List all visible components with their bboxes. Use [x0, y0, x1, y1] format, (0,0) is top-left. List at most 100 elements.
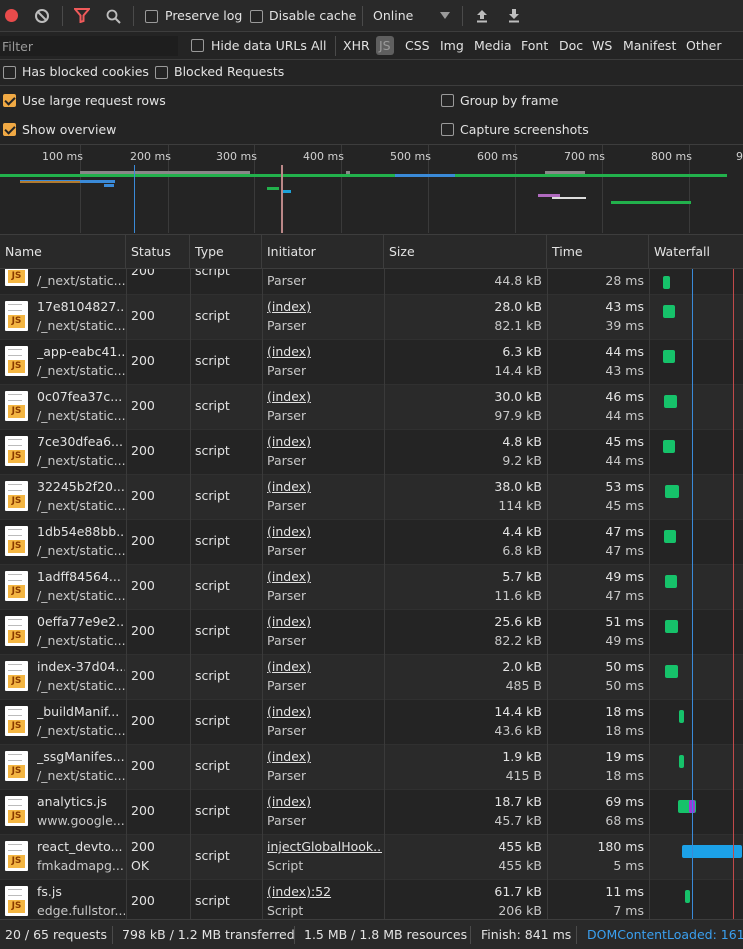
filter-type-manifest[interactable]: Manifest — [623, 38, 676, 53]
load-marker — [281, 165, 283, 233]
request-type: script — [195, 443, 230, 458]
request-initiator[interactable]: (index) — [267, 704, 382, 719]
table-row[interactable]: JS 32245b2f20... /_next/static... 200 script… — [0, 475, 743, 520]
request-initiator[interactable]: (index) — [267, 479, 382, 494]
request-name: 7ce30dfea6... — [37, 434, 123, 449]
request-initiator[interactable]: (index) — [267, 299, 382, 314]
blocked-requests-checkbox[interactable] — [155, 66, 168, 79]
export-har-icon[interactable] — [507, 8, 521, 23]
clear-icon[interactable] — [35, 9, 49, 23]
filter-type-font[interactable]: Font — [521, 38, 548, 53]
column-name[interactable]: Name — [0, 235, 126, 269]
request-resource-size: 44.8 kB — [494, 273, 542, 288]
request-latency: 43 ms — [605, 363, 644, 378]
request-initiator-type: Parser — [267, 723, 307, 738]
table-row[interactable]: JS 7ce30dfea6... /_next/static... 200 script… — [0, 430, 743, 475]
request-time: 44 ms — [605, 344, 644, 359]
table-row[interactable]: JS _app-eabc41... /_next/static... 200 scrip… — [0, 340, 743, 385]
request-name: 32245b2f20... — [37, 479, 125, 494]
table-row[interactable]: JS index-37d04... /_next/static... 200 scrip… — [0, 655, 743, 700]
request-name: analytics.js — [37, 794, 107, 809]
filter-type-css[interactable]: CSS — [405, 38, 430, 53]
disable-cache-checkbox[interactable] — [250, 10, 263, 23]
network-overview[interactable] — [0, 145, 743, 235]
table-row[interactable]: JS 0c07fea37c... /_next/static... 200 script… — [0, 385, 743, 430]
overview-bar — [283, 190, 291, 193]
request-name: 1adff84564... — [37, 569, 121, 584]
preserve-log-checkbox[interactable] — [145, 10, 158, 23]
table-row[interactable]: JS /_next/static... 200 script Parser 44.8 kB… — [0, 269, 743, 295]
overview-tick: 400 ms — [303, 150, 344, 163]
request-initiator[interactable]: (index) — [267, 344, 382, 359]
throttle-select[interactable]: Online — [373, 8, 413, 23]
js-file-icon: JS — [5, 301, 28, 331]
capture-screenshots-checkbox[interactable] — [441, 123, 454, 136]
filter-type-img[interactable]: Img — [440, 38, 464, 53]
request-time: 46 ms — [605, 389, 644, 404]
request-status-text: OK — [131, 858, 150, 873]
request-latency: 18 ms — [605, 723, 644, 738]
chevron-down-icon[interactable] — [440, 12, 450, 19]
request-time: 19 ms — [605, 749, 644, 764]
has-blocked-cookies-checkbox[interactable] — [3, 66, 16, 79]
filter-type-doc[interactable]: Doc — [559, 38, 583, 53]
request-time: 49 ms — [605, 569, 644, 584]
js-file-icon: JS — [5, 571, 28, 601]
request-resource-size: 43.6 kB — [494, 723, 542, 738]
request-initiator[interactable]: injectGlobalHook... — [267, 839, 382, 854]
request-path: www.google... — [37, 813, 125, 828]
table-row[interactable]: JS 17e8104827... /_next/static... 200 script… — [0, 295, 743, 340]
group-by-frame-checkbox[interactable] — [441, 94, 454, 107]
table-row[interactable]: JS fs.js edge.fullstor... 200 script (index):… — [0, 880, 743, 919]
column-waterfall[interactable]: Waterfall — [649, 235, 743, 269]
hide-data-urls-checkbox[interactable] — [191, 39, 204, 52]
request-initiator[interactable]: (index) — [267, 524, 382, 539]
overview-bar — [545, 171, 585, 174]
request-path: /_next/static... — [37, 408, 125, 423]
request-initiator[interactable]: (index) — [267, 434, 382, 449]
table-row[interactable]: JS 0effa77e9e2... /_next/static... 200 scrip… — [0, 610, 743, 655]
request-initiator[interactable]: (index) — [267, 389, 382, 404]
record-icon[interactable] — [5, 9, 18, 22]
table-row[interactable]: JS _ssgManifes... /_next/static... 200 scrip… — [0, 745, 743, 790]
show-overview-checkbox[interactable] — [3, 123, 16, 136]
js-file-icon: JS — [5, 526, 28, 556]
column-initiator[interactable]: Initiator — [262, 235, 384, 269]
filter-type-xhr[interactable]: XHR — [343, 38, 370, 53]
overview-bar — [611, 201, 691, 204]
filter-type-other[interactable]: Other — [686, 38, 722, 53]
request-status: 200 — [131, 623, 155, 638]
filter-type-ws[interactable]: WS — [592, 38, 612, 53]
table-row[interactable]: JS react_devto... fmkadmapg... 200 OK script i… — [0, 835, 743, 880]
request-initiator[interactable]: (index):52 — [267, 884, 382, 899]
js-file-icon: JS — [5, 706, 28, 736]
request-latency: 18 ms — [605, 768, 644, 783]
request-name: 0effa77e9e2... — [37, 614, 125, 629]
filter-type-js[interactable]: JS — [376, 36, 394, 55]
request-type: script — [195, 623, 230, 638]
table-row[interactable]: JS _buildManif... /_next/static... 200 scrip… — [0, 700, 743, 745]
import-har-icon[interactable] — [475, 8, 489, 23]
request-initiator[interactable]: (index) — [267, 614, 382, 629]
filter-type-media[interactable]: Media — [474, 38, 512, 53]
request-initiator[interactable]: (index) — [267, 794, 382, 809]
request-time: 51 ms — [605, 614, 644, 629]
request-initiator[interactable]: (index) — [267, 749, 382, 764]
search-icon[interactable] — [106, 9, 121, 24]
table-row[interactable]: JS 1db54e88bb... /_next/static... 200 script… — [0, 520, 743, 565]
table-row[interactable]: JS analytics.js www.google... 200 script (ind… — [0, 790, 743, 835]
column-type[interactable]: Type — [190, 235, 262, 269]
column-time[interactable]: Time — [547, 235, 649, 269]
request-initiator[interactable]: (index) — [267, 569, 382, 584]
column-size[interactable]: Size — [384, 235, 547, 269]
request-initiator-type: Parser — [267, 633, 307, 648]
table-row[interactable]: JS 1adff84564... /_next/static... 200 script… — [0, 565, 743, 610]
filter-icon[interactable] — [74, 8, 90, 23]
request-path: /_next/static... — [37, 633, 125, 648]
waterfall-bar — [679, 755, 684, 768]
request-initiator[interactable]: (index) — [267, 659, 382, 674]
large-rows-checkbox[interactable] — [3, 94, 16, 107]
filter-type-all[interactable]: All — [311, 38, 327, 53]
request-resource-size: 45.7 kB — [494, 813, 542, 828]
column-status[interactable]: Status — [126, 235, 190, 269]
